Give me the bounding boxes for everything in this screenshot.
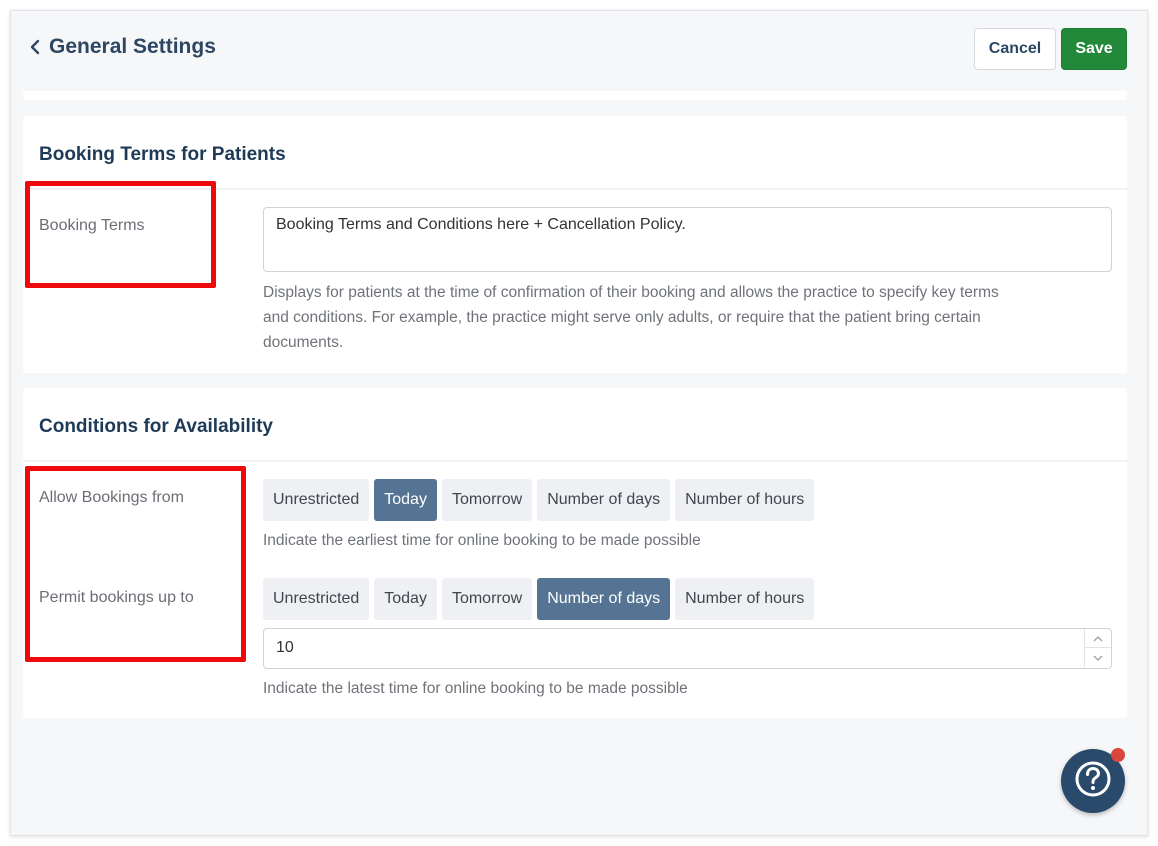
number-of-days-value: 10	[276, 639, 294, 656]
notification-dot	[1111, 748, 1125, 762]
allow-option-tomorrow[interactable]: Tomorrow	[441, 479, 533, 521]
permit-bookings-up-to-selector: Unrestricted Today Tomorrow Number of da…	[263, 578, 815, 620]
card-header: Conditions for Availability	[23, 388, 1127, 462]
booking-terms-textarea[interactable]: Booking Terms and Conditions here + Canc…	[263, 207, 1112, 272]
highlight-booking-terms	[25, 181, 216, 288]
settings-window: General Settings Cancel Save Booking Ter…	[10, 10, 1148, 836]
booking-terms-help: Displays for patients at the time of con…	[263, 280, 999, 355]
page-title: General Settings	[49, 35, 216, 58]
number-of-days-input[interactable]: 10	[263, 628, 1112, 669]
chevron-up-icon[interactable]	[1085, 629, 1111, 648]
section-title-booking-terms: Booking Terms for Patients	[39, 144, 286, 165]
help-line: and conditions. For example, the practic…	[263, 309, 981, 326]
card-header: Booking Terms for Patients	[23, 116, 1127, 190]
allow-bookings-from-help: Indicate the earliest time for online bo…	[263, 532, 701, 549]
help-line: Displays for patients at the time of con…	[263, 284, 999, 301]
cancel-button[interactable]: Cancel	[974, 28, 1056, 70]
permit-option-number-of-days[interactable]: Number of days	[537, 578, 671, 620]
allow-bookings-from-selector: Unrestricted Today Tomorrow Number of da…	[263, 479, 815, 521]
previous-card-edge	[23, 91, 1127, 100]
chevron-down-icon[interactable]	[1085, 649, 1111, 668]
permit-bookings-up-to-help: Indicate the latest time for online book…	[263, 680, 688, 697]
back-link[interactable]: General Settings	[29, 35, 216, 59]
help-line: documents.	[263, 334, 344, 351]
allow-option-unrestricted[interactable]: Unrestricted	[263, 479, 370, 521]
allow-option-number-of-hours[interactable]: Number of hours	[675, 479, 815, 521]
permit-option-number-of-hours[interactable]: Number of hours	[675, 578, 815, 620]
section-title-availability: Conditions for Availability	[39, 416, 273, 437]
chevron-left-icon[interactable]	[29, 37, 41, 57]
permit-option-unrestricted[interactable]: Unrestricted	[263, 578, 370, 620]
allow-option-today[interactable]: Today	[374, 479, 437, 521]
highlight-availability-labels	[25, 466, 246, 662]
save-button[interactable]: Save	[1061, 28, 1127, 70]
number-stepper	[1084, 629, 1111, 668]
permit-option-today[interactable]: Today	[374, 578, 437, 620]
booking-terms-value: Booking Terms and Conditions here + Canc…	[276, 216, 686, 233]
question-circle-icon	[1073, 759, 1113, 804]
permit-option-tomorrow[interactable]: Tomorrow	[441, 578, 533, 620]
allow-option-number-of-days[interactable]: Number of days	[537, 479, 671, 521]
